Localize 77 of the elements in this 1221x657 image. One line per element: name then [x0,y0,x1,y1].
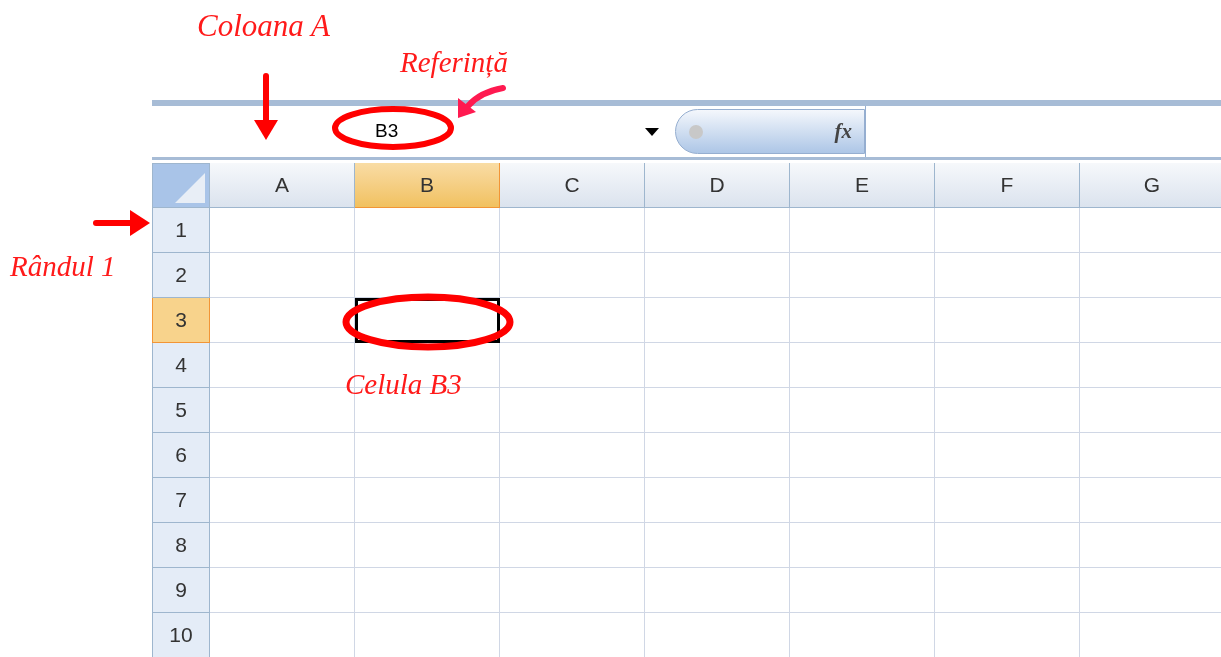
grid-cell[interactable] [500,388,645,433]
name-box[interactable]: B3 [152,106,665,157]
column-header[interactable]: A [210,163,355,208]
grid-cell[interactable] [500,208,645,253]
grid-cell[interactable] [935,208,1080,253]
grid-cell[interactable] [355,568,500,613]
grid-cell[interactable] [210,433,355,478]
grid-cell[interactable] [210,478,355,523]
grid-cell[interactable] [790,478,935,523]
column-header[interactable]: F [935,163,1080,208]
grid-cell[interactable] [790,253,935,298]
grid-cell[interactable] [355,523,500,568]
grid-cell[interactable] [935,568,1080,613]
grid-cell[interactable] [500,298,645,343]
column-header[interactable]: D [645,163,790,208]
grid-cell[interactable] [935,388,1080,433]
row-header[interactable]: 1 [152,208,210,253]
curved-arrow [458,85,506,118]
row-header[interactable]: 6 [152,433,210,478]
row-annotation: Rândul 1 [10,252,116,281]
corner-triangle-icon [175,173,205,203]
right-arrow [93,210,150,236]
row-header[interactable]: 2 [152,253,210,298]
grid-cell[interactable] [935,298,1080,343]
row-header[interactable]: 5 [152,388,210,433]
grid-cell[interactable] [790,343,935,388]
grid-cell[interactable] [210,208,355,253]
grid-cell[interactable] [645,478,790,523]
grid-cell[interactable] [500,478,645,523]
grid-cell[interactable] [645,523,790,568]
insert-function-button[interactable]: fx [834,115,852,148]
down-arrow [254,73,278,140]
row-header[interactable]: 7 [152,478,210,523]
grid-cell[interactable] [645,298,790,343]
row-header[interactable]: 3 [152,298,210,343]
grid-cell[interactable] [210,568,355,613]
grid-cell[interactable] [210,253,355,298]
grid-cell[interactable] [645,208,790,253]
grid-cell[interactable] [500,433,645,478]
column-header[interactable]: C [500,163,645,208]
grid-cell[interactable] [210,523,355,568]
row-header[interactable]: 9 [152,568,210,613]
grid-cell[interactable] [500,523,645,568]
grid-cell[interactable] [645,568,790,613]
grid-cell[interactable] [790,208,935,253]
grid-cell[interactable] [500,568,645,613]
grid-cell[interactable] [355,433,500,478]
grid-cell[interactable] [935,343,1080,388]
grid-cell[interactable] [935,253,1080,298]
reference-annotation: Referință [400,48,508,77]
row-header[interactable]: 4 [152,343,210,388]
row-header[interactable]: 8 [152,523,210,568]
grid-cell[interactable] [790,298,935,343]
row-header[interactable]: 10 [152,613,210,657]
dropdown-icon[interactable] [645,128,659,136]
grid-cell[interactable] [500,253,645,298]
grid-cell[interactable] [355,208,500,253]
circle-icon [688,123,704,140]
cell-annotation: Celula B3 [345,370,462,399]
grid-cell[interactable] [790,568,935,613]
grid-cell[interactable] [500,343,645,388]
grid-cell[interactable] [645,388,790,433]
grid-cell[interactable] [935,523,1080,568]
column-annotation: Coloana A [197,10,330,41]
grid-cell[interactable] [935,478,1080,523]
grid-cell[interactable] [790,388,935,433]
grid-cell[interactable] [790,523,935,568]
grid-cell[interactable] [645,253,790,298]
column-header[interactable]: G [1080,163,1221,208]
column-header[interactable]: B [355,163,500,208]
grid-cell[interactable] [645,433,790,478]
grid-cell[interactable] [355,478,500,523]
grid-cell[interactable] [935,433,1080,478]
select-all-corner[interactable] [152,163,210,208]
column-header[interactable]: E [790,163,935,208]
grid-cell[interactable] [790,433,935,478]
grid-cell[interactable] [645,343,790,388]
